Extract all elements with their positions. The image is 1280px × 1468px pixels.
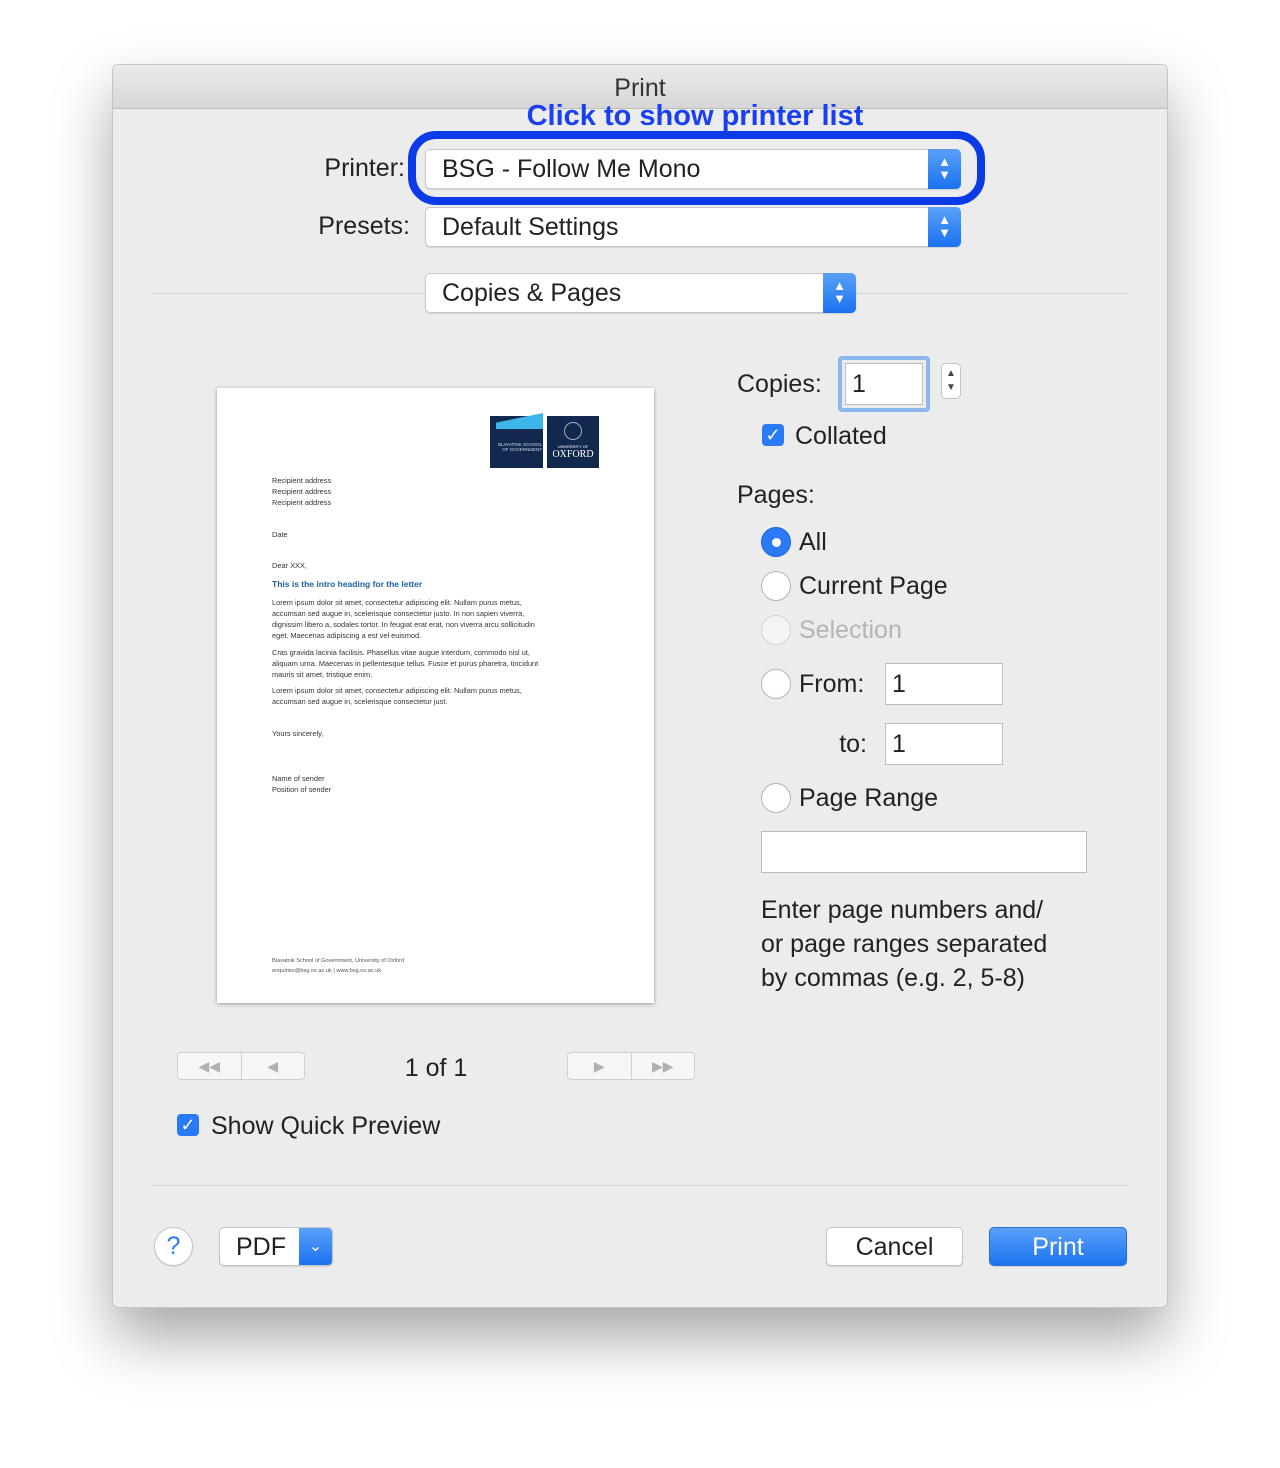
printer-select[interactable]: BSG - Follow Me Mono ▲ ▼ xyxy=(425,149,961,189)
pages-selection-radio xyxy=(761,615,791,645)
presets-value: Default Settings xyxy=(442,213,619,241)
quick-preview-checkbox[interactable]: ✓ xyxy=(177,1114,199,1136)
bsg-logo: BLAVATNIK SCHOOL OF GOVERNMENT xyxy=(490,413,543,468)
last-page-button[interactable]: ▶▶ xyxy=(630,1053,695,1079)
divider xyxy=(152,1185,1128,1186)
pages-all-label: All xyxy=(799,528,827,556)
quick-preview-label: Show Quick Preview xyxy=(211,1112,441,1140)
from-input[interactable]: 1 xyxy=(885,663,1003,705)
pages-current-radio[interactable] xyxy=(761,571,791,601)
copies-input[interactable]: 1 xyxy=(845,363,923,405)
print-button[interactable]: Print xyxy=(989,1227,1127,1266)
page-range-help: Enter page numbers and/or page ranges se… xyxy=(761,896,1048,992)
first-page-button[interactable]: ◀◀ xyxy=(178,1053,241,1079)
paragraph: Lorem ipsum dolor sit amet, consectetur … xyxy=(272,686,522,706)
printer-value: BSG - Follow Me Mono xyxy=(442,155,701,183)
chevron-down-icon: ⌄ xyxy=(299,1228,332,1265)
pdf-menu-button[interactable]: PDF ⌄ xyxy=(219,1227,333,1266)
paragraph: Lorem ipsum dolor sit amet, consectetur … xyxy=(272,598,535,640)
date: Date xyxy=(272,530,288,539)
collated-label: Collated xyxy=(795,422,887,450)
page-range-input[interactable] xyxy=(761,831,1087,873)
presets-label: Presets: xyxy=(318,212,410,240)
paragraph: Cras gravida lacinia facilisis. Phasellu… xyxy=(272,648,539,679)
updown-chevron-icon: ▲ ▼ xyxy=(823,273,856,313)
presets-select[interactable]: Default Settings ▲ ▼ xyxy=(425,207,961,247)
nav-forward-group: ▶ ▶▶ xyxy=(567,1052,695,1080)
to-label: to: xyxy=(839,730,867,758)
page-indicator: 1 of 1 xyxy=(404,1054,468,1082)
prev-page-button[interactable]: ◀ xyxy=(240,1053,305,1079)
section-value: Copies & Pages xyxy=(442,279,622,307)
updown-chevron-icon: ▲ ▼ xyxy=(928,207,961,247)
from-label: From: xyxy=(799,670,865,698)
salutation: Dear XXX, xyxy=(272,561,307,570)
nav-back-group: ◀◀ ◀ xyxy=(177,1052,305,1080)
pdf-label: PDF xyxy=(236,1233,286,1261)
letter-heading: This is the intro heading for the letter xyxy=(272,579,423,589)
print-preview-page: BLAVATNIK SCHOOL OF GOVERNMENT UNIVERSIT… xyxy=(217,388,654,1003)
recipient-address: Recipient address Recipient address Recipi… xyxy=(272,476,332,507)
letter-footer: Blavatnik School of Government, Universi… xyxy=(272,958,405,974)
collated-checkbox[interactable]: ✓ xyxy=(762,424,784,446)
help-button[interactable]: ? xyxy=(154,1227,193,1266)
pages-label: Pages: xyxy=(737,481,815,509)
updown-chevron-icon: ▲ ▼ xyxy=(928,149,961,189)
sender: Name of sender Position of sender xyxy=(272,774,332,794)
page-range-label: Page Range xyxy=(799,784,939,812)
oxford-logo: UNIVERSITY OF OXFORD xyxy=(547,416,599,468)
page-range-radio[interactable] xyxy=(761,783,791,813)
cancel-button[interactable]: Cancel xyxy=(826,1227,963,1266)
annotation-text: Click to show printer list xyxy=(526,100,864,132)
copies-label: Copies: xyxy=(737,370,822,398)
closing: Yours sincerely, xyxy=(272,729,324,738)
copies-stepper[interactable]: ▲ ▼ xyxy=(941,363,961,399)
pages-all-radio[interactable] xyxy=(761,527,791,557)
pages-current-label: Current Page xyxy=(799,572,948,600)
section-select[interactable]: Copies & Pages ▲ ▼ xyxy=(425,273,856,313)
pages-from-radio[interactable] xyxy=(761,669,791,699)
pages-selection-label: Selection xyxy=(799,616,902,644)
printer-label: Printer: xyxy=(324,154,405,182)
to-input[interactable]: 1 xyxy=(885,723,1003,765)
next-page-button[interactable]: ▶ xyxy=(568,1053,631,1079)
